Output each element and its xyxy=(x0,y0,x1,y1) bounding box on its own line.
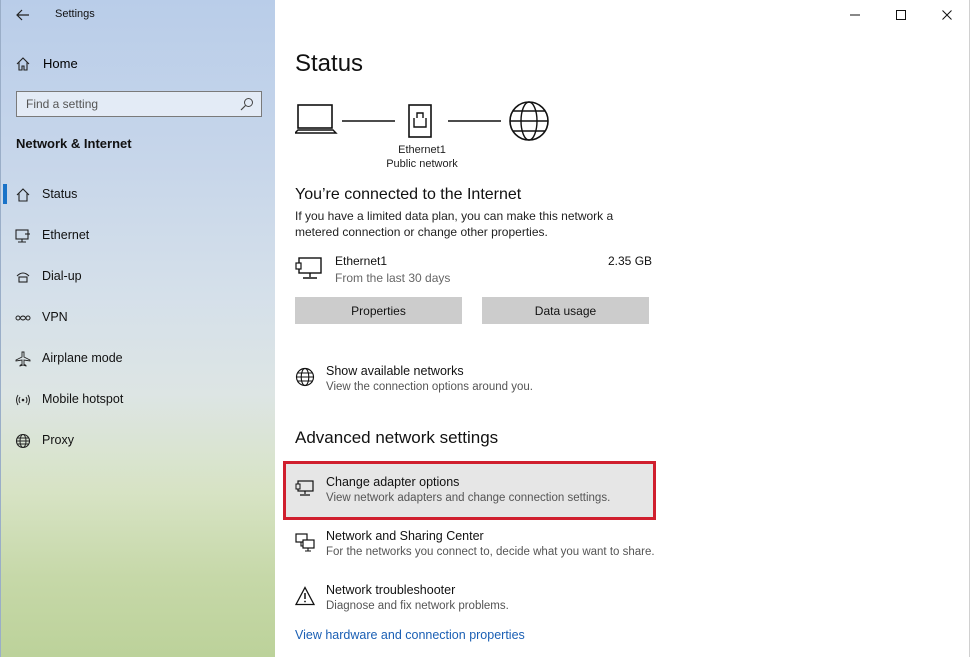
minimize-icon xyxy=(850,14,860,16)
change-adapter-options-subtitle: View network adapters and change connect… xyxy=(326,492,611,504)
sidebar-item-label: Dial-up xyxy=(42,269,82,283)
sidebar-item-hotspot[interactable]: Mobile hotspot xyxy=(1,383,276,424)
connection-status-description: If you have a limited data plan, you can… xyxy=(295,209,614,239)
window-controls xyxy=(832,0,970,30)
sharing-center-link[interactable]: Network and Sharing Center For the netwo… xyxy=(295,529,655,569)
laptop-icon xyxy=(295,104,338,134)
ethernet-icon xyxy=(15,229,30,243)
sidebar-item-airplane[interactable]: Airplane mode xyxy=(1,342,276,383)
usage-adapter-name: Ethernet1 xyxy=(335,254,388,268)
sidebar-item-label: Ethernet xyxy=(42,228,90,242)
close-icon xyxy=(942,10,952,20)
sharing-center-icon xyxy=(295,533,315,552)
troubleshooter-subtitle: Diagnose and fix network problems. xyxy=(326,600,509,612)
titlebar-left: Settings xyxy=(1,0,276,32)
internet-globe-icon xyxy=(509,101,549,141)
search-input[interactable] xyxy=(17,92,227,116)
sidebar-item-label: Status xyxy=(42,187,78,201)
change-adapter-options-title: Change adapter options xyxy=(326,475,460,489)
page-title: Status xyxy=(295,50,364,77)
network-type: Public network xyxy=(386,158,458,170)
sidebar-nav: Status Ethernet Dial-up VPN Airplane mod… xyxy=(1,178,276,465)
dialup-icon xyxy=(16,272,30,283)
ethernet-port-icon xyxy=(408,104,432,138)
active-indicator xyxy=(3,184,7,204)
sidebar-item-label: VPN xyxy=(42,310,68,324)
sidebar-item-label: Proxy xyxy=(42,433,74,447)
show-networks-title: Show available networks xyxy=(326,364,464,378)
change-adapter-options-link[interactable]: Change adapter options View network adap… xyxy=(295,475,655,515)
back-arrow-icon xyxy=(16,9,29,21)
sidebar-item-dialup[interactable]: Dial-up xyxy=(1,260,276,301)
hardware-properties-link[interactable]: View hardware and connection properties xyxy=(295,628,525,642)
troubleshooter-title: Network troubleshooter xyxy=(326,583,456,597)
sidebar-item-status[interactable]: Status xyxy=(1,178,276,219)
sidebar-item-proxy[interactable]: Proxy xyxy=(1,424,276,465)
vpn-icon xyxy=(15,315,31,321)
sharing-center-title: Network and Sharing Center xyxy=(326,529,484,543)
home-status-icon xyxy=(16,188,30,202)
troubleshooter-link[interactable]: Network troubleshooter Diagnose and fix … xyxy=(295,583,655,623)
maximize-button[interactable] xyxy=(878,0,924,30)
back-button[interactable] xyxy=(11,4,35,26)
sidebar-home[interactable]: Home xyxy=(1,50,276,78)
sidebar-item-vpn[interactable]: VPN xyxy=(1,301,276,342)
globe-icon xyxy=(15,433,31,449)
data-usage-button[interactable]: Data usage xyxy=(482,297,649,324)
show-networks-link[interactable]: Show available networks View the connect… xyxy=(295,364,655,404)
home-icon xyxy=(16,57,30,71)
sharing-center-subtitle: For the networks you connect to, decide … xyxy=(326,546,655,558)
sidebar-item-label: Mobile hotspot xyxy=(42,392,124,406)
advanced-settings-title: Advanced network settings xyxy=(295,428,499,447)
show-networks-subtitle: View the connection options around you. xyxy=(326,381,533,393)
properties-button[interactable]: Properties xyxy=(295,297,462,324)
ethernet-monitor-icon xyxy=(295,257,322,279)
sidebar: Settings Home Network & Internet Status xyxy=(0,0,275,657)
usage-amount: 2.35 GB xyxy=(608,254,653,268)
main-content: Status Ethernet1 Public network You’re c… xyxy=(275,0,970,657)
connection-status-title: You’re connected to the Internet xyxy=(295,186,522,203)
network-adapter-icon xyxy=(295,480,314,496)
search-box[interactable] xyxy=(16,91,262,117)
search-icon xyxy=(240,98,253,111)
warning-icon xyxy=(295,586,315,606)
hotspot-icon xyxy=(16,394,30,406)
sidebar-item-ethernet[interactable]: Ethernet xyxy=(1,219,276,260)
close-button[interactable] xyxy=(924,0,970,30)
home-label: Home xyxy=(43,56,78,71)
minimize-button[interactable] xyxy=(832,0,878,30)
globe-icon xyxy=(295,367,315,387)
maximize-icon xyxy=(896,10,906,20)
sidebar-item-label: Airplane mode xyxy=(42,351,123,365)
airplane-icon xyxy=(15,351,31,367)
adapter-name: Ethernet1 xyxy=(398,144,446,156)
usage-period: From the last 30 days xyxy=(335,271,451,285)
sidebar-section-title: Network & Internet xyxy=(16,136,132,151)
app-title: Settings xyxy=(55,8,95,20)
